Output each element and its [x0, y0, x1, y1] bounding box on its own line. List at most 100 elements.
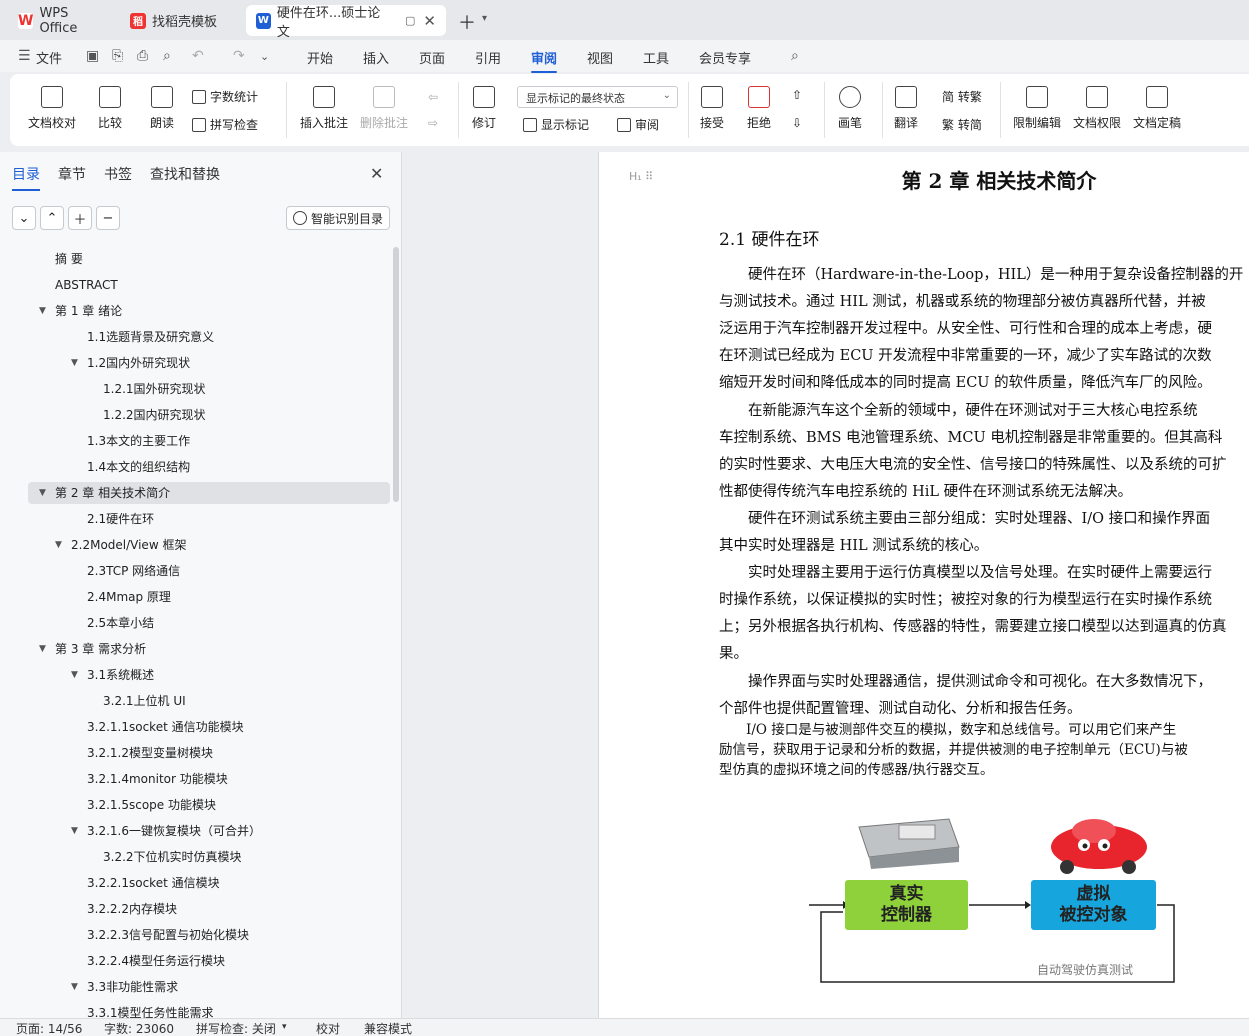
track-changes-button[interactable]: 修订 — [472, 86, 496, 131]
spell-check-status[interactable]: 拼写检查: 关闭 — [196, 1020, 276, 1036]
collapse-up-button[interactable]: ⌃ — [40, 206, 64, 230]
expand-arrow-icon[interactable]: ▼ — [39, 638, 46, 660]
toc-item[interactable]: ▼ 3.2.1.6一键恢复模块（可合并） — [28, 820, 390, 842]
menu-tools[interactable]: 工具 — [643, 48, 669, 67]
toc-item[interactable]: 3.2.1.1socket 通信功能模块 — [28, 716, 390, 738]
menu-home[interactable]: 开始 — [307, 48, 333, 67]
expand-arrow-icon[interactable]: ▼ — [71, 664, 78, 686]
proofread-status[interactable]: 校对 — [316, 1020, 340, 1036]
spell-check-button[interactable]: 拼写检查 — [192, 116, 258, 133]
doc-check-button[interactable]: 文档校对 — [28, 86, 76, 131]
document-page[interactable]: H₁ ⠿ 第 2 章 相关技术简介 2.1 硬件在环 硬件在环（Hardware… — [598, 152, 1249, 1018]
delete-comment-button[interactable]: 删除批注 — [360, 86, 408, 131]
page-indicator[interactable]: 页面: 14/56 — [16, 1020, 82, 1036]
add-heading-button[interactable]: ＋ — [68, 206, 92, 230]
redo-icon[interactable]: ↷ — [233, 48, 245, 64]
expand-arrow-icon[interactable]: ▼ — [71, 976, 78, 998]
expand-arrow-icon[interactable]: ▼ — [71, 352, 78, 374]
nav-tab-toc[interactable]: 目录 — [12, 164, 40, 191]
toc-item[interactable]: ▼ 第 2 章 相关技术简介 — [28, 482, 390, 504]
window-mode-icon[interactable]: ▢ — [405, 14, 415, 27]
chevron-down-icon[interactable]: ▾ — [282, 1022, 287, 1032]
close-tab-icon[interactable]: ✕ — [423, 12, 436, 30]
undo-icon[interactable]: ↶ — [192, 48, 204, 64]
share-icon[interactable]: ⎘ — [112, 48, 123, 64]
accept-button[interactable]: 接受 — [700, 86, 724, 131]
toc-item[interactable]: ▼ 第 3 章 需求分析 — [28, 638, 390, 660]
tab-template[interactable]: 稻 找稻壳模板 — [120, 5, 242, 36]
new-tab-plus-icon[interactable]: ＋ — [458, 9, 476, 35]
tab-wps-office[interactable]: W WPS Office — [8, 5, 113, 36]
expand-down-button[interactable]: ⌄ — [12, 206, 36, 230]
toc-item[interactable]: 1.3本文的主要工作 — [28, 430, 390, 452]
toc-item[interactable]: 2.3TCP 网络通信 — [28, 560, 390, 582]
to-traditional-button[interactable]: 简 转繁 — [942, 88, 982, 105]
toc-item[interactable]: 2.1硬件在环 — [28, 508, 390, 530]
previous-change-icon[interactable]: ⇧ — [792, 88, 802, 102]
toc-item[interactable]: 3.2.2.4模型任务运行模块 — [28, 950, 390, 972]
toc-item[interactable]: 1.2.2国内研究现状 — [28, 404, 390, 426]
show-markup-button[interactable]: 显示标记 — [523, 116, 589, 133]
toc-item[interactable]: 3.2.1.5scope 功能模块 — [28, 794, 390, 816]
compare-button[interactable]: 比较 — [98, 86, 122, 131]
word-count-button[interactable]: 字数统计 — [192, 88, 258, 105]
toc-item[interactable]: ▼ 第 1 章 绪论 — [28, 300, 390, 322]
read-aloud-button[interactable]: 朗读 — [150, 86, 174, 131]
nav-tab-chapters[interactable]: 章节 — [58, 164, 86, 184]
toc-item[interactable]: 3.2.1上位机 UI — [28, 690, 390, 712]
remove-heading-button[interactable]: − — [96, 206, 120, 230]
print-preview-icon[interactable]: ⌕ — [163, 48, 171, 64]
expand-arrow-icon[interactable]: ▼ — [71, 820, 78, 842]
smart-toc-button[interactable]: 智能识别目录 — [286, 206, 390, 230]
toc-item[interactable]: ▼ 1.2国内外研究现状 — [28, 352, 390, 374]
save-icon[interactable]: ▣ — [86, 48, 99, 64]
toc-item[interactable]: 1.4本文的组织结构 — [28, 456, 390, 478]
close-icon[interactable]: ✕ — [370, 164, 383, 183]
expand-arrow-icon[interactable]: ▼ — [39, 482, 46, 504]
menu-review[interactable]: 审阅 — [531, 48, 558, 73]
next-change-icon[interactable]: ⇩ — [792, 116, 802, 130]
print-icon[interactable]: ⎙ — [137, 48, 148, 64]
toc-item[interactable]: 3.2.2下位机实时仿真模块 — [28, 846, 390, 868]
menu-insert[interactable]: 插入 — [363, 48, 389, 67]
toc-item[interactable]: 3.2.2.1socket 通信模块 — [28, 872, 390, 894]
toc-item[interactable]: 3.2.2.2内存模块 — [28, 898, 390, 920]
review-pane-button[interactable]: 审阅 — [617, 116, 659, 133]
restrict-edit-button[interactable]: 限制编辑 — [1013, 86, 1061, 131]
toc-item[interactable]: 1.1选题背景及研究意义 — [28, 326, 390, 348]
doc-finalize-button[interactable]: 文档定稿 — [1133, 86, 1181, 131]
menu-references[interactable]: 引用 — [475, 48, 501, 67]
nav-tab-find-replace[interactable]: 查找和替换 — [150, 164, 220, 184]
toc-item[interactable]: ▼ 3.1系统概述 — [28, 664, 390, 686]
menu-page[interactable]: 页面 — [419, 48, 445, 67]
expand-arrow-icon[interactable]: ▼ — [39, 300, 46, 322]
menu-member[interactable]: 会员专享 — [699, 48, 751, 67]
toc-item[interactable]: ▼ 3.3非功能性需求 — [28, 976, 390, 998]
toc-item[interactable]: ABSTRACT — [28, 274, 390, 296]
reject-button[interactable]: 拒绝 — [747, 86, 771, 131]
word-count-status[interactable]: 字数: 23060 — [104, 1020, 174, 1036]
doc-permission-button[interactable]: 文档权限 — [1073, 86, 1121, 131]
hamburger-menu-icon[interactable]: ☰ — [18, 48, 31, 64]
toc-item[interactable]: 1.2.1国外研究现状 — [28, 378, 390, 400]
nav-tab-bookmarks[interactable]: 书签 — [104, 164, 132, 184]
insert-comment-button[interactable]: 插入批注 — [300, 86, 348, 131]
toc-item[interactable]: 3.2.2.3信号配置与初始化模块 — [28, 924, 390, 946]
markup-state-select[interactable]: 显示标记的最终状态 ⌄ — [517, 86, 678, 108]
toc-item[interactable]: 2.4Mmap 原理 — [28, 586, 390, 608]
to-simplified-button[interactable]: 繁 转简 — [942, 116, 982, 133]
expand-arrow-icon[interactable]: ▼ — [55, 534, 62, 556]
toc-item[interactable]: 摘 要 — [28, 248, 390, 270]
toc-item[interactable]: 2.5本章小结 — [28, 612, 390, 634]
toc-item[interactable]: 3.2.1.4monitor 功能模块 — [28, 768, 390, 790]
menu-file[interactable]: 文件 — [36, 48, 62, 67]
menu-view[interactable]: 视图 — [587, 48, 613, 67]
next-comment-icon[interactable]: ⇨ — [428, 116, 438, 130]
search-icon[interactable]: ⌕ — [791, 48, 799, 64]
toc-item[interactable]: ▼ 2.2Model/View 框架 — [28, 534, 390, 556]
pen-button[interactable]: 画笔 — [838, 86, 862, 131]
customize-chevron-icon[interactable]: ⌄ — [260, 50, 269, 63]
previous-comment-icon[interactable]: ⇦ — [428, 90, 438, 104]
nav-scrollbar[interactable] — [393, 247, 399, 502]
translate-button[interactable]: 翻译 — [894, 86, 918, 131]
